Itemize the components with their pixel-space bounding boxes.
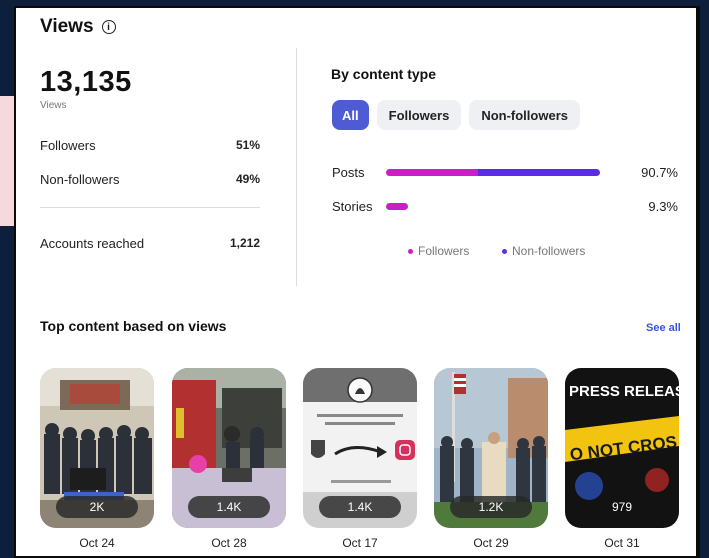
accounts-reached-value: 1,212 xyxy=(229,236,260,250)
content-thumbnail[interactable]: 1.4K xyxy=(303,368,417,528)
by-content-title: By content type xyxy=(331,66,437,82)
content-thumbnail[interactable]: 1.4K xyxy=(172,368,286,528)
non-followers-label: Non-followers xyxy=(40,172,120,187)
content-thumbnail[interactable]: PRESS RELEAS O NOT CROS 979 xyxy=(565,368,679,528)
page-title: Views i xyxy=(40,16,116,38)
filter-non-followers-button[interactable]: Non-followers xyxy=(469,100,580,130)
posts-bar-non-followers xyxy=(478,169,600,176)
posts-bar xyxy=(386,169,600,176)
press-release-text: PRESS RELEAS xyxy=(569,383,679,400)
see-all-link[interactable]: See all xyxy=(646,322,681,334)
followers-row: Followers 51% xyxy=(40,138,260,153)
non-followers-row: Non-followers 49% xyxy=(40,172,260,187)
non-followers-dot xyxy=(502,248,507,254)
vertical-divider xyxy=(296,48,297,286)
total-views-label: Views xyxy=(40,100,67,111)
content-thumbnail[interactable]: 1.2K xyxy=(434,368,548,528)
posts-bar-label: Posts xyxy=(332,165,365,180)
followers-label: Followers xyxy=(40,138,96,153)
view-count-badge: 1.4K xyxy=(188,496,270,518)
content-thumbnail[interactable]: 2K xyxy=(40,368,154,528)
thumbnail-date: Oct 17 xyxy=(342,536,378,550)
legend-non-followers: Non-followers xyxy=(502,244,585,258)
view-count-badge: 1.2K xyxy=(450,496,532,518)
top-content-title: Top content based on views xyxy=(40,318,227,334)
thumbnail-date: Oct 28 xyxy=(211,536,247,550)
posts-bar-value: 90.7% xyxy=(641,165,678,180)
filter-followers-button[interactable]: Followers xyxy=(376,100,462,130)
divider xyxy=(40,207,260,208)
view-count-badge: 1.4K xyxy=(319,496,401,518)
accounts-reached-row: Accounts reached 1,212 xyxy=(40,236,260,251)
legend-non-followers-label: Non-followers xyxy=(512,244,586,258)
total-views: 13,135 xyxy=(40,66,132,98)
filter-all-button[interactable]: All xyxy=(332,100,369,130)
content-filter-tabs: All Followers Non-followers xyxy=(332,100,580,130)
views-panel: Views i 13,135 Views Followers 51% Non-f… xyxy=(16,8,696,556)
views-title: Views xyxy=(40,16,94,37)
thumbnail-date: Oct 24 xyxy=(79,536,115,550)
thumbnail-date: Oct 31 xyxy=(604,536,640,550)
non-followers-value: 49% xyxy=(235,172,260,186)
view-count-badge: 979 xyxy=(611,500,633,514)
legend-followers: Followers xyxy=(408,244,469,258)
accounts-reached-label: Accounts reached xyxy=(40,236,145,251)
stories-bar xyxy=(386,203,408,210)
stories-bar-label: Stories xyxy=(332,199,373,214)
thumbnail-date: Oct 29 xyxy=(473,536,509,550)
posts-bar-followers xyxy=(386,169,478,176)
info-icon[interactable]: i xyxy=(101,20,116,34)
legend-followers-label: Followers xyxy=(418,244,470,258)
followers-value: 51% xyxy=(235,138,260,152)
view-count-badge: 2K xyxy=(56,496,138,518)
stories-bar-followers xyxy=(386,203,408,210)
stories-bar-value: 9.3% xyxy=(648,199,678,214)
followers-dot xyxy=(408,248,413,254)
